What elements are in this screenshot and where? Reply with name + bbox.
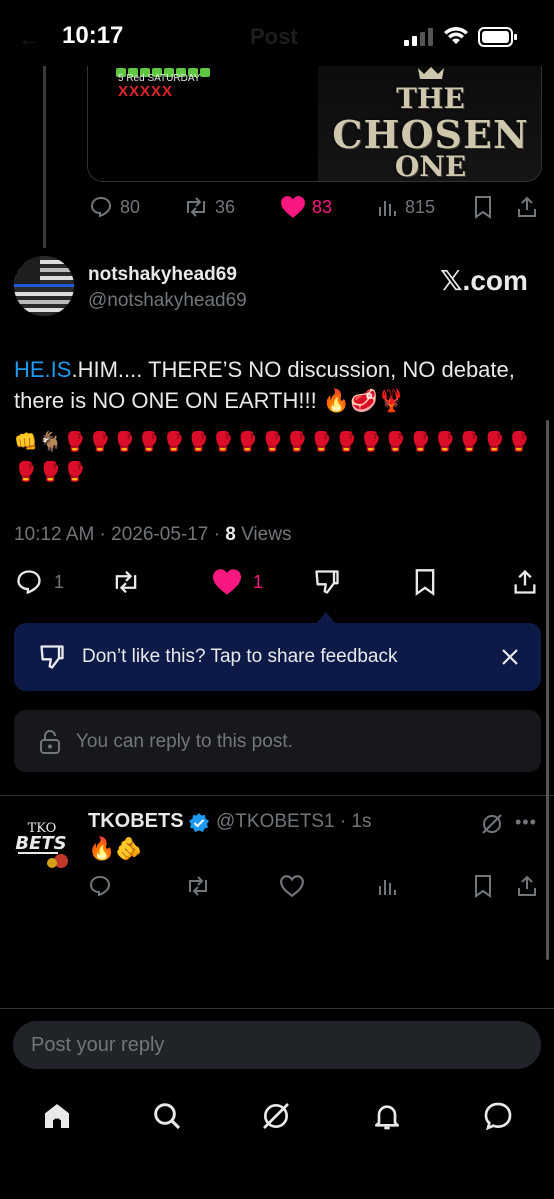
back-arrow-icon[interactable]: ← bbox=[18, 26, 40, 52]
share-icon bbox=[518, 875, 536, 896]
reply-repost-button[interactable] bbox=[184, 874, 212, 902]
quoted-post-card[interactable]: 5 Red SATURDAY XXXXX THE CHOSEN ONE bbox=[87, 66, 542, 182]
post-text: HE.IS.HIM.... THERE’S NO discussion, NO … bbox=[14, 354, 542, 416]
image-line-1: THE bbox=[396, 82, 465, 115]
red-marks: XXXXX bbox=[118, 83, 174, 100]
chosen-one-image[interactable]: THE CHOSEN ONE bbox=[318, 66, 541, 182]
repost-icon bbox=[110, 568, 142, 596]
search-icon[interactable] bbox=[151, 1100, 183, 1132]
reply-permission-text: You can reply to this post. bbox=[76, 731, 293, 752]
x-com-source: 𝕏.com bbox=[440, 265, 528, 296]
reply-button[interactable]: 1 bbox=[14, 565, 64, 599]
repost-icon bbox=[189, 876, 207, 896]
status-time: 10:17 bbox=[62, 22, 124, 49]
quoted-reply-count: 80 bbox=[120, 196, 141, 217]
views-icon bbox=[376, 195, 400, 219]
quoted-repost-button[interactable]: 36 bbox=[182, 193, 235, 221]
reply-share-button[interactable] bbox=[515, 874, 539, 902]
reply-avatar[interactable]: TKO BETS bbox=[14, 814, 74, 874]
feedback-banner[interactable]: Don’t like this? Tap to share feedback bbox=[14, 623, 541, 691]
reply-display-name[interactable]: TKOBETS bbox=[88, 810, 184, 833]
heart-filled-icon bbox=[211, 568, 243, 596]
heart-filled-icon bbox=[280, 195, 306, 219]
notifications-bell-icon[interactable] bbox=[371, 1100, 403, 1132]
reply-composer[interactable]: Post your reply bbox=[13, 1021, 541, 1069]
feedback-text: Don’t like this? Tap to share feedback bbox=[82, 646, 398, 667]
battery-icon bbox=[478, 27, 518, 47]
verified-badge-icon bbox=[188, 812, 210, 834]
emoji-row: 👊🐐🥊🥊🥊🥊🥊🥊🥊🥊🥊🥊🥊🥊🥊🥊🥊🥊🥊🥊🥊🥊🥊🥊 bbox=[14, 432, 532, 483]
quoted-text-image: 5 Red SATURDAY XXXXX bbox=[88, 66, 318, 181]
reply-bookmark-button[interactable] bbox=[472, 874, 494, 902]
thread-line bbox=[43, 66, 46, 248]
heart-icon bbox=[280, 875, 304, 898]
dislike-button[interactable] bbox=[313, 565, 341, 599]
quoted-share-button[interactable] bbox=[515, 193, 539, 221]
reply-icon bbox=[89, 875, 111, 897]
quoted-bookmark-button[interactable] bbox=[472, 193, 494, 221]
thumbs-down-icon bbox=[313, 568, 341, 596]
thumbs-down-icon bbox=[38, 643, 66, 671]
reply-handle-time[interactable]: @TKOBETS1 · 1s bbox=[216, 811, 372, 833]
post-link[interactable]: HE.IS bbox=[14, 357, 71, 382]
share-icon bbox=[515, 195, 539, 219]
quoted-view-count: 815 bbox=[405, 196, 436, 217]
home-icon[interactable] bbox=[41, 1100, 73, 1132]
user-handle[interactable]: @notshakyhead69 bbox=[88, 290, 247, 312]
reply-reply-button[interactable] bbox=[88, 874, 112, 902]
bookmark-icon bbox=[475, 875, 491, 898]
header-title: Post bbox=[250, 24, 298, 49]
reply-text: 🔥🫵 bbox=[88, 836, 143, 861]
like-count: 1 bbox=[253, 571, 264, 592]
image-line-3: ONE bbox=[394, 150, 467, 182]
views-label: Views bbox=[235, 524, 292, 545]
grok-icon[interactable] bbox=[480, 812, 504, 836]
reply-icon bbox=[14, 568, 44, 596]
wifi-icon bbox=[444, 27, 468, 45]
divider bbox=[0, 795, 554, 796]
signal-icon bbox=[404, 28, 434, 46]
repost-icon bbox=[182, 195, 210, 219]
share-icon bbox=[511, 568, 539, 596]
reply-composer-placeholder: Post your reply bbox=[31, 1034, 165, 1056]
scrollbar[interactable] bbox=[546, 420, 549, 960]
post-text-body: .HIM.... THERE’S NO discussion, NO debat… bbox=[14, 357, 515, 413]
quoted-like-count: 83 bbox=[312, 196, 333, 217]
reply-avatar-text-main: BETS bbox=[15, 833, 66, 854]
crown-icon bbox=[416, 66, 446, 80]
avatar[interactable] bbox=[14, 256, 74, 316]
bookmark-icon bbox=[412, 568, 438, 596]
reply-icon bbox=[88, 195, 114, 219]
reply-permission-box: You can reply to this post. bbox=[14, 710, 541, 772]
repost-button[interactable] bbox=[110, 565, 142, 599]
quoted-reply-button[interactable]: 80 bbox=[88, 193, 140, 221]
reply-views-button[interactable] bbox=[376, 874, 400, 902]
display-name[interactable]: notshakyhead69 bbox=[88, 264, 237, 286]
lock-icon bbox=[38, 729, 62, 755]
post-timestamp: 10:12 AM · 2026-05-17 · bbox=[14, 524, 226, 545]
share-button[interactable] bbox=[511, 565, 539, 599]
messages-icon[interactable] bbox=[482, 1100, 514, 1132]
close-icon[interactable] bbox=[500, 647, 520, 667]
composer-divider bbox=[0, 1008, 554, 1009]
bookmark-button[interactable] bbox=[412, 565, 438, 599]
like-button[interactable]: 1 bbox=[211, 565, 263, 599]
views-icon bbox=[379, 880, 396, 895]
reply-like-button[interactable] bbox=[279, 874, 305, 902]
reply-count: 1 bbox=[54, 571, 65, 592]
grok-icon[interactable] bbox=[260, 1100, 292, 1132]
views-count: 8 bbox=[225, 524, 236, 545]
quoted-like-button[interactable]: 83 bbox=[280, 193, 332, 221]
more-options-icon[interactable]: ••• bbox=[515, 812, 537, 833]
quoted-repost-count: 36 bbox=[215, 196, 236, 217]
bookmark-icon bbox=[472, 195, 494, 219]
post-meta: 10:12 AM · 2026-05-17 · 8 Views bbox=[14, 524, 291, 546]
quoted-views-button[interactable]: 815 bbox=[376, 193, 435, 221]
